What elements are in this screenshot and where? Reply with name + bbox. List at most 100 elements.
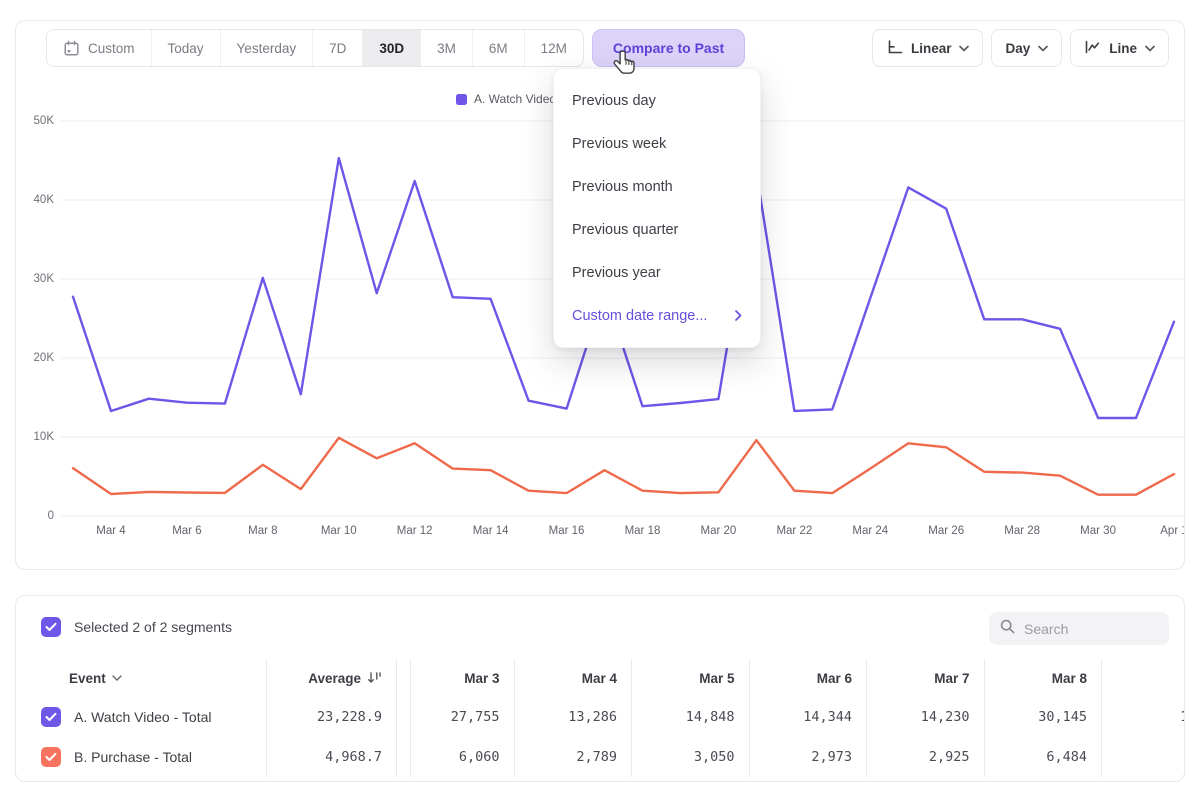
y-tick-label: 0 <box>16 510 54 522</box>
value-cell: 2,973 <box>749 737 867 777</box>
x-tick-label: Mar 28 <box>990 525 1054 537</box>
select-all-row: Selected 2 of 2 segments <box>41 617 232 637</box>
scale-label: Linear <box>911 41 952 56</box>
range-button-yesterday[interactable]: Yesterday <box>220 30 313 66</box>
legend-item: A. Watch Video <box>456 92 556 106</box>
value-cell: 3,050 <box>631 737 749 777</box>
column-header-label: Mar 4 <box>582 671 617 686</box>
linear-axis-icon <box>886 39 903 58</box>
toolbar: Custom Today Yesterday 7D 30D 3M 6M 12M Compare… <box>16 29 1184 67</box>
x-tick-label: Mar 22 <box>762 525 826 537</box>
interval-label: Day <box>1005 41 1030 56</box>
search-box[interactable] <box>989 612 1169 645</box>
menu-item-previous-week[interactable]: Previous week <box>554 122 760 165</box>
column-header-mar-8[interactable]: Mar 8 <box>984 659 1102 697</box>
range-button-custom[interactable]: Custom <box>47 30 151 66</box>
x-tick-label: Mar 30 <box>1066 525 1130 537</box>
range-label: Yesterday <box>237 41 297 56</box>
line-chart-icon <box>1084 39 1101 58</box>
interval-dropdown[interactable]: Day <box>991 29 1062 67</box>
date-range-group: Custom Today Yesterday 7D 30D 3M 6M 12M <box>46 29 584 67</box>
x-tick-label: Mar 10 <box>307 525 371 537</box>
chart-type-dropdown[interactable]: Line <box>1070 29 1169 67</box>
x-tick-label: Mar 26 <box>914 525 978 537</box>
legend-swatch <box>456 94 467 105</box>
event-header-label: Event <box>69 671 106 686</box>
value-cell: 14,848 <box>631 697 749 737</box>
search-icon <box>999 618 1016 640</box>
y-tick-label: 30K <box>16 273 54 285</box>
segment-name: B. Purchase - Total <box>74 749 192 765</box>
column-header-mar-5[interactable]: Mar 5 <box>631 659 749 697</box>
value-cell: 3, <box>1101 737 1185 777</box>
menu-item-custom-date-range[interactable]: Custom date range... <box>554 294 760 337</box>
value-cell: 2,789 <box>514 737 632 777</box>
menu-item-previous-year[interactable]: Previous year <box>554 251 760 294</box>
compare-to-past-menu: Previous dayPrevious weekPrevious monthP… <box>553 68 761 348</box>
segment-name-cell: B. Purchase - Total <box>16 737 266 777</box>
row-checkbox[interactable] <box>41 707 61 727</box>
sort-descending-icon <box>367 671 382 685</box>
search-input[interactable] <box>1024 621 1154 637</box>
column-header-m[interactable]: M <box>1101 659 1185 697</box>
segments-table: Event Average Mar 3 Mar 4 Mar 5 Mar 6 Mar 7 Mar… <box>16 659 1185 777</box>
table-row: A. Watch Video - Total23,228.927,75513,2… <box>16 697 1185 737</box>
chevron-right-icon <box>735 310 742 321</box>
y-tick-label: 50K <box>16 115 54 127</box>
value-cell: 6,060 <box>396 737 514 777</box>
range-label: Custom <box>88 41 135 56</box>
chevron-down-icon <box>1038 45 1048 52</box>
column-header-label: Mar 5 <box>699 671 734 686</box>
range-label: 12M <box>541 41 567 56</box>
column-header-mar-7[interactable]: Mar 7 <box>866 659 984 697</box>
compare-to-past-button[interactable]: Compare to Past <box>592 29 745 67</box>
range-button-7d[interactable]: 7D <box>312 30 362 66</box>
range-label: 3M <box>437 41 456 56</box>
range-button-today[interactable]: Today <box>151 30 220 66</box>
x-tick-label: Mar 12 <box>383 525 447 537</box>
scale-dropdown[interactable]: Linear <box>872 29 984 67</box>
range-label: 6M <box>489 41 508 56</box>
x-tick-label: Mar 4 <box>79 525 143 537</box>
legend-label: A. Watch Video <box>474 92 556 106</box>
x-tick-label: Mar 6 <box>155 525 219 537</box>
range-button-6m[interactable]: 6M <box>472 30 524 66</box>
column-header-label: Average <box>308 671 361 686</box>
menu-item-previous-quarter[interactable]: Previous quarter <box>554 208 760 251</box>
menu-item-previous-day[interactable]: Previous day <box>554 79 760 122</box>
range-button-30d[interactable]: 30D <box>362 30 420 66</box>
value-cell: 13,286 <box>514 697 632 737</box>
column-header-average[interactable]: Average <box>266 659 396 697</box>
select-all-checkbox[interactable] <box>41 617 61 637</box>
column-header-label: Mar 7 <box>934 671 969 686</box>
table-header-row: Event Average Mar 3 Mar 4 Mar 5 Mar 6 Mar 7 Mar… <box>16 659 1185 697</box>
range-button-3m[interactable]: 3M <box>420 30 472 66</box>
y-tick-label: 10K <box>16 431 54 443</box>
event-column-header[interactable]: Event <box>16 659 266 697</box>
table-row: B. Purchase - Total4,968.76,0602,7893,05… <box>16 737 1185 777</box>
segment-name: A. Watch Video - Total <box>74 709 211 725</box>
value-cell: 30,145 <box>984 697 1102 737</box>
range-button-12m[interactable]: 12M <box>524 30 583 66</box>
menu-item-previous-month[interactable]: Previous month <box>554 165 760 208</box>
range-label: Today <box>168 41 204 56</box>
column-header-mar-4[interactable]: Mar 4 <box>514 659 632 697</box>
value-cell: 27,755 <box>396 697 514 737</box>
column-header-mar-3[interactable]: Mar 3 <box>396 659 514 697</box>
chart-type-label: Line <box>1109 41 1137 56</box>
range-label: 7D <box>329 41 346 56</box>
y-tick-label: 20K <box>16 352 54 364</box>
value-cell: 14,344 <box>749 697 867 737</box>
chart-controls: Linear Day Line <box>872 29 1169 67</box>
x-tick-label: Mar 20 <box>686 525 750 537</box>
chevron-down-icon <box>959 45 969 52</box>
column-header-label: Mar 8 <box>1052 671 1087 686</box>
segments-card: Selected 2 of 2 segments Event Average Mar… <box>15 595 1185 782</box>
check-icon <box>45 712 57 722</box>
value-cell: 15, <box>1101 697 1185 737</box>
custom-date-range-label: Custom date range... <box>572 308 707 324</box>
row-checkbox[interactable] <box>41 747 61 767</box>
range-label: 30D <box>379 41 404 56</box>
column-header-mar-6[interactable]: Mar 6 <box>749 659 867 697</box>
x-tick-label: Mar 14 <box>459 525 523 537</box>
